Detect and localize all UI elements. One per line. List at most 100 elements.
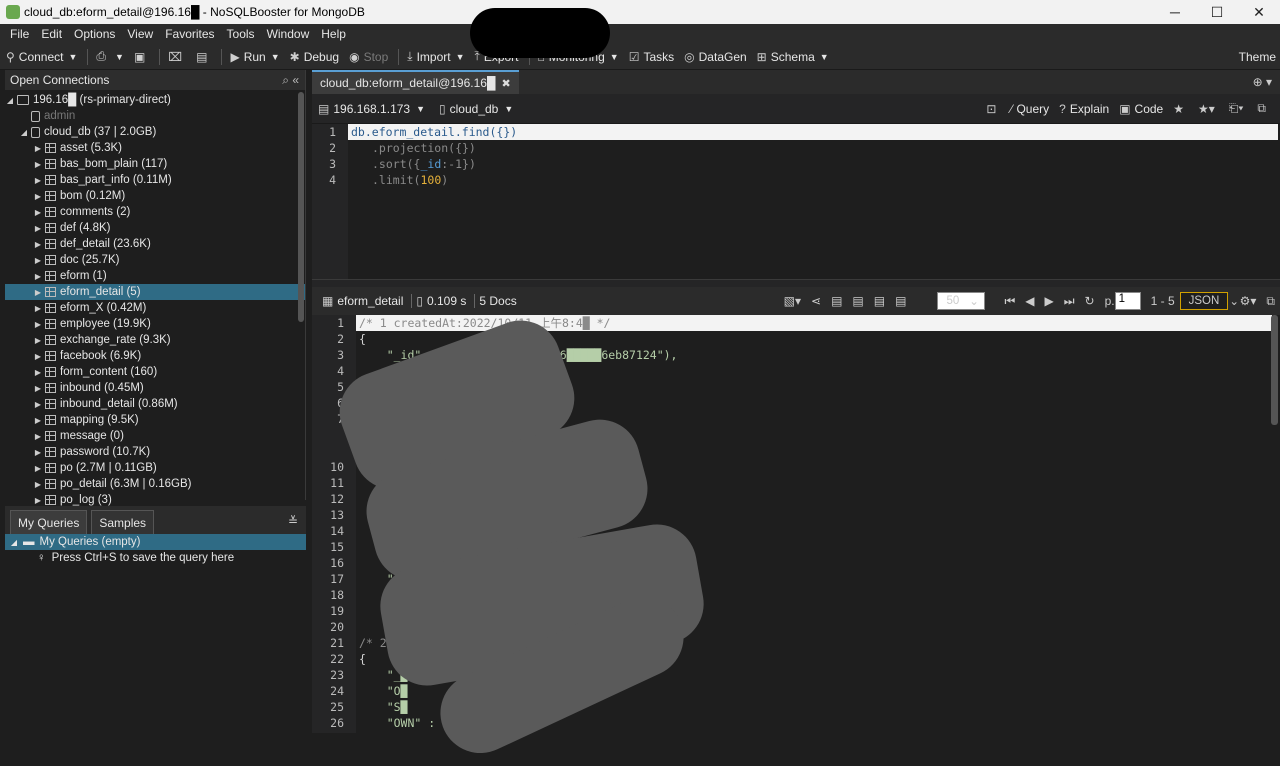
theme-button[interactable]: Theme <box>1239 50 1276 64</box>
next-page-icon[interactable]: ▶ <box>1045 294 1054 308</box>
expand-icon[interactable]: ▶ <box>33 496 43 505</box>
explain-button[interactable]: ? Explain <box>1059 102 1109 116</box>
code-line[interactable]: .limit(100) <box>348 172 1278 188</box>
doc-edit-icon[interactable]: ▤ <box>852 294 863 308</box>
collection-item[interactable]: ▶ comments (2) <box>5 204 305 220</box>
schema-button[interactable]: ⊞ Schema ▼ <box>757 50 829 64</box>
menu-help[interactable]: Help <box>321 27 346 41</box>
shell-button[interactable]: ⌧ <box>168 50 186 64</box>
expand-icon[interactable]: ▶ <box>33 368 43 377</box>
settings-icon[interactable]: ⚙▾ <box>1240 294 1257 308</box>
collection-item[interactable]: ▶ mapping (9.5K) <box>5 412 305 428</box>
menu-tools[interactable]: Tools <box>227 27 255 41</box>
expand-icon[interactable]: ◢ <box>19 128 29 137</box>
editor-code[interactable]: db.eform_detail.find({}) .projection({})… <box>348 124 1278 188</box>
maximize-button[interactable]: ☐ <box>1196 4 1238 21</box>
tab-samples[interactable]: Samples <box>91 510 155 534</box>
sql-button[interactable]: ▤ <box>196 50 211 64</box>
page-size-select[interactable]: 50 ⌄ <box>937 292 986 310</box>
collection-item[interactable]: ▶ doc (25.7K) <box>5 252 305 268</box>
close-window-button[interactable]: ✕ <box>1238 4 1280 21</box>
expand-icon[interactable]: ◢ <box>5 538 23 547</box>
collection-item[interactable]: ▶ form_content (160) <box>5 364 305 380</box>
expand-icon[interactable]: ▶ <box>33 160 43 169</box>
collection-item[interactable]: ▶ bas_bom_plain (117) <box>5 156 305 172</box>
tree-scrollbar[interactable] <box>298 92 304 322</box>
expand-icon[interactable]: ▶ <box>33 208 43 217</box>
expand-icon[interactable]: ▶ <box>33 240 43 249</box>
code-line[interactable]: .sort({_id:-1}) <box>348 156 1278 172</box>
result-scrollbar[interactable] <box>1271 315 1278 425</box>
expand-icon[interactable]: ▶ <box>33 336 43 345</box>
connect-button[interactable]: ⚲ Connect ▼ <box>6 50 77 64</box>
favorite-button[interactable]: ★ <box>1173 102 1188 116</box>
db-selector[interactable]: ▯ cloud_db ▼ <box>439 102 513 116</box>
tree-node-admin[interactable]: admin <box>5 108 305 124</box>
expand-icon[interactable]: ▶ <box>33 416 43 425</box>
collection-item[interactable]: ▶ po (2.7M | 0.11GB) <box>5 460 305 476</box>
tree-node-server[interactable]: ◢ 196.16█ (rs-primary-direct) <box>5 92 305 108</box>
expand-icon[interactable]: ▶ <box>33 144 43 153</box>
collection-item[interactable]: ▶ exchange_rate (9.3K) <box>5 332 305 348</box>
collection-item[interactable]: ▶ facebook (6.9K) <box>5 348 305 364</box>
tab-my-queries[interactable]: My Queries <box>10 510 88 534</box>
collection-item[interactable]: ▶ eform_detail (5) <box>5 284 305 300</box>
datagen-button[interactable]: ◎ DataGen <box>684 50 747 64</box>
prev-page-icon[interactable]: ◀ <box>1025 294 1034 308</box>
expand-icon[interactable]: ▶ <box>33 256 43 265</box>
expand-icon[interactable]: ▶ <box>33 384 43 393</box>
my-queries-folder[interactable]: ◢ ▬ My Queries (empty) <box>5 534 306 550</box>
popout-icon[interactable]: ⧉ <box>1266 294 1275 309</box>
expand-icon[interactable]: ▶ <box>33 464 43 473</box>
last-page-icon[interactable]: ⏭ <box>1064 294 1075 309</box>
run-button[interactable]: ▶ Run ▼ <box>230 50 279 64</box>
minimize-button[interactable]: ─ <box>1154 4 1196 21</box>
refresh-icon[interactable]: ↻ <box>1085 294 1095 308</box>
host-selector[interactable]: ▤ 196.168.1.173 ▼ <box>318 102 425 116</box>
page-input[interactable]: 1 <box>1114 292 1141 310</box>
menu-favorites[interactable]: Favorites <box>165 27 214 41</box>
clipboard-button[interactable]: ⎗▾ <box>1229 101 1248 116</box>
collection-item[interactable]: ▶ employee (19.9K) <box>5 316 305 332</box>
expand-icon[interactable]: ▶ <box>33 288 43 297</box>
collection-item[interactable]: ▶ bom (0.12M) <box>5 188 305 204</box>
lock-button[interactable]: ⊡ <box>986 102 1000 116</box>
result-viewer[interactable]: 1234567101112131415161718192021222324252… <box>312 309 1280 766</box>
expand-icon[interactable]: ▶ <box>33 192 43 201</box>
collection-item[interactable]: ▶ password (10.7K) <box>5 444 305 460</box>
menu-window[interactable]: Window <box>267 27 310 41</box>
expand-icon[interactable]: ▶ <box>33 304 43 313</box>
collection-item[interactable]: ▶ inbound (0.45M) <box>5 380 305 396</box>
expand-icon[interactable]: ▶ <box>33 176 43 185</box>
collection-item[interactable]: ▶ inbound_detail (0.86M) <box>5 396 305 412</box>
save-button[interactable]: ▣ <box>134 50 149 64</box>
expand-icon[interactable]: ▶ <box>33 224 43 233</box>
query-button[interactable]: ⁄ Query <box>1010 102 1049 116</box>
print-button[interactable]: ⎙ ▼ <box>96 49 124 64</box>
popout-button[interactable]: ⧉ <box>1257 101 1270 116</box>
stop-button[interactable]: ◉ Stop <box>349 50 388 64</box>
collection-item[interactable]: ▶ def_detail (23.6K) <box>5 236 305 252</box>
collapse-icon[interactable]: ≚ <box>288 514 298 528</box>
close-icon[interactable]: ✖ <box>501 77 510 90</box>
expand-icon[interactable]: ▶ <box>33 400 43 409</box>
collection-item[interactable]: ▶ def (4.8K) <box>5 220 305 236</box>
favorites-menu-button[interactable]: ★▾ <box>1198 102 1219 116</box>
code-line[interactable]: db.eform_detail.find({}) <box>348 124 1278 140</box>
expand-icon[interactable]: ▶ <box>33 352 43 361</box>
editor-tab[interactable]: cloud_db:eform_detail@196.16█ ✖ <box>312 70 519 94</box>
collection-item[interactable]: ▶ eform_X (0.42M) <box>5 300 305 316</box>
collection-item[interactable]: ▶ eform (1) <box>5 268 305 284</box>
collection-item[interactable]: ▶ asset (5.3K) <box>5 140 305 156</box>
expand-icon[interactable]: ▶ <box>33 448 43 457</box>
menu-options[interactable]: Options <box>74 27 115 41</box>
expand-icon[interactable]: ▶ <box>33 272 43 281</box>
share-icon[interactable]: ⋖ <box>811 294 821 308</box>
search-icon[interactable]: ⌕ « <box>282 73 299 88</box>
tree-node-db[interactable]: ◢ cloud_db (37 | 2.0GB) <box>5 124 305 140</box>
collection-item[interactable]: ▶ bas_part_info (0.11M) <box>5 172 305 188</box>
expand-icon[interactable]: ◢ <box>5 96 15 105</box>
first-page-icon[interactable]: ⏮ <box>1004 294 1015 309</box>
expand-icon[interactable]: ▶ <box>33 432 43 441</box>
editor-results-splitter[interactable] <box>312 279 1280 287</box>
